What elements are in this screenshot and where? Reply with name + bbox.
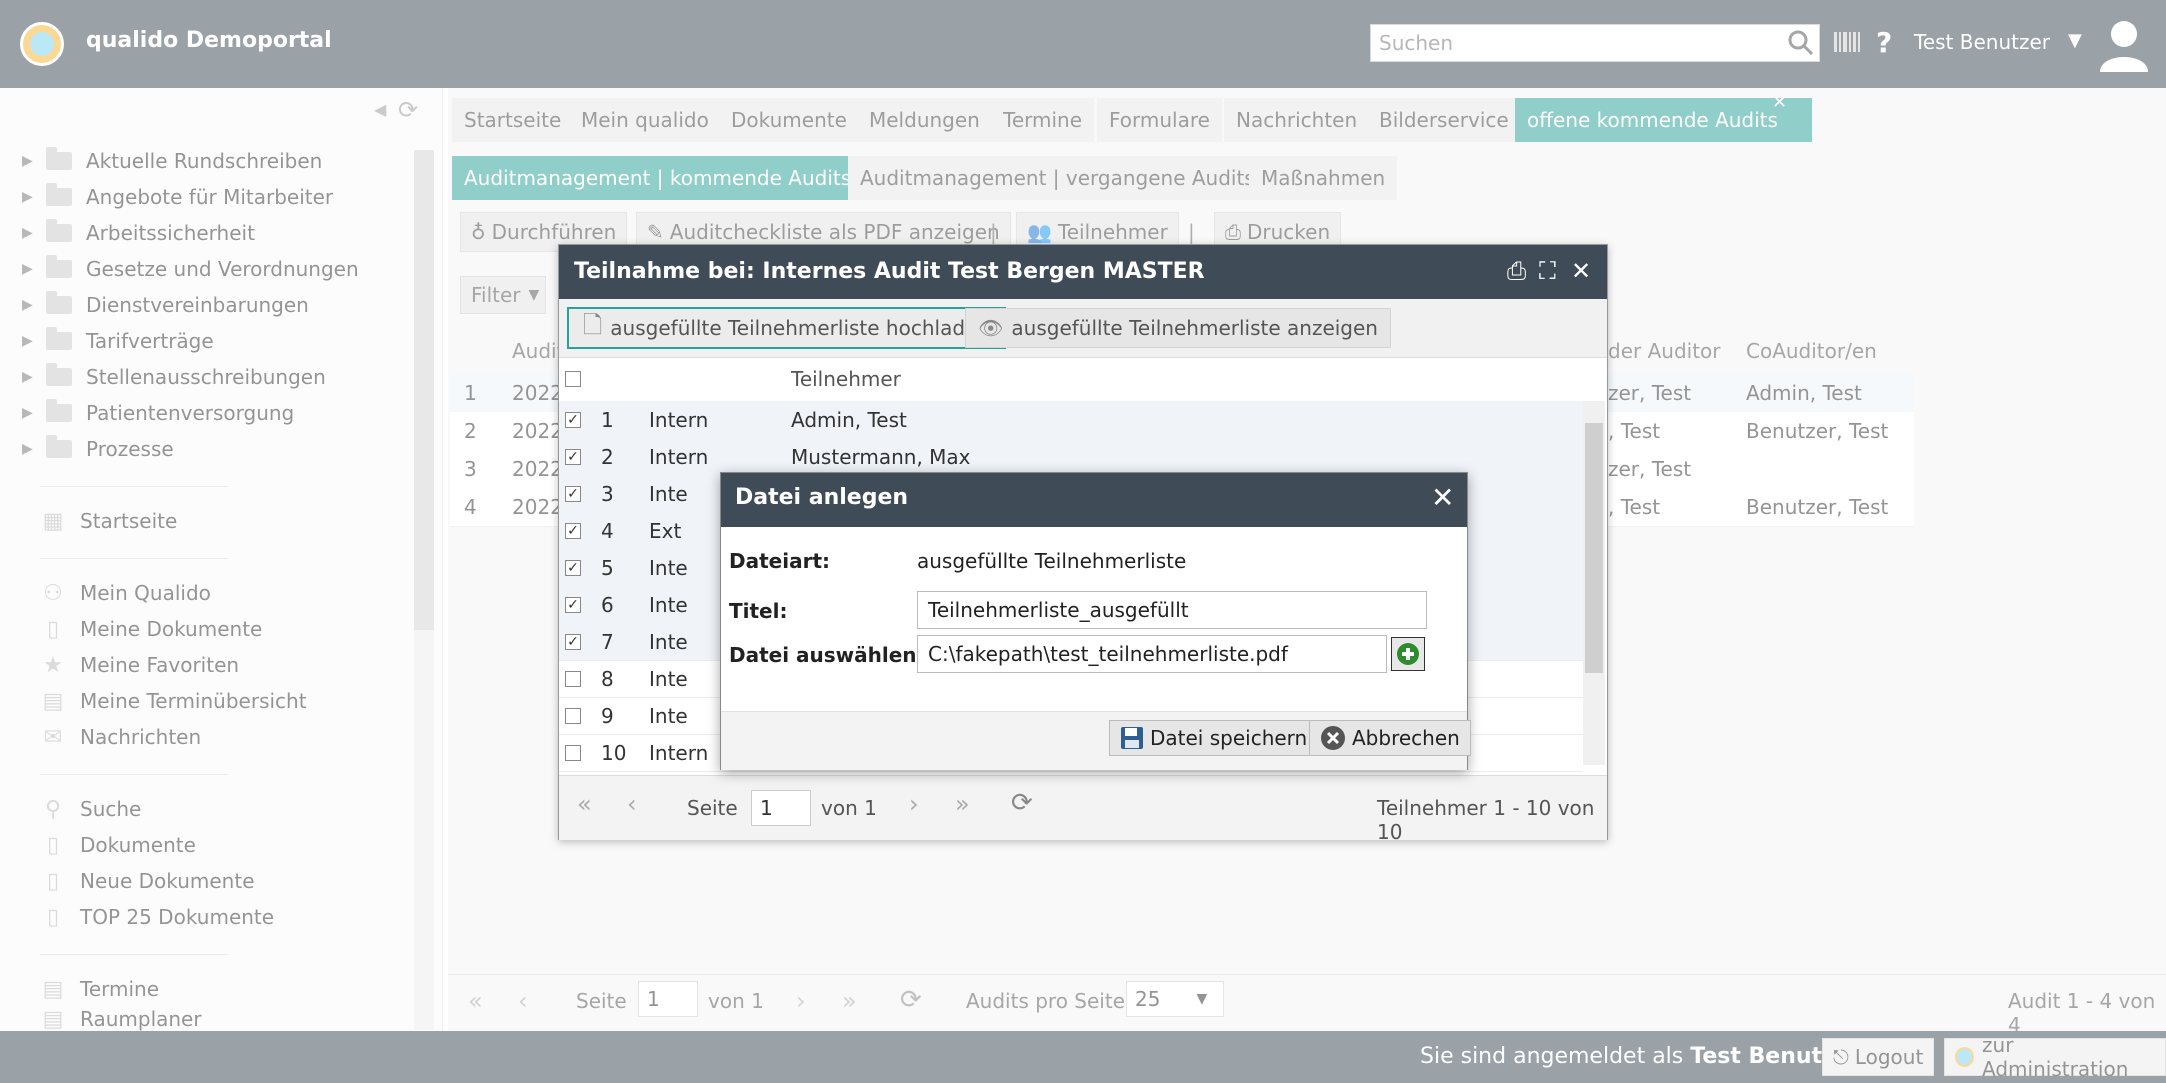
save-file-label: Datei speichern bbox=[1150, 726, 1308, 750]
show-list-button[interactable]: 👁 ausgefüllte Teilnehmerliste anzeigen bbox=[965, 308, 1391, 348]
row-number: 7 bbox=[601, 629, 614, 654]
row-number: 8 bbox=[601, 666, 614, 691]
page-label: Seite bbox=[687, 796, 738, 820]
row-checkbox[interactable] bbox=[565, 707, 581, 724]
row-checkbox[interactable]: ✓ bbox=[565, 485, 581, 502]
plus-circle-icon bbox=[1397, 643, 1419, 665]
row-number: 10 bbox=[601, 740, 627, 765]
cancel-label: Abbrechen bbox=[1352, 726, 1460, 750]
participants-scroll-thumb[interactable] bbox=[1585, 423, 1603, 673]
row-checkbox[interactable] bbox=[565, 744, 581, 761]
file-type-label: Dateiart: bbox=[729, 549, 830, 573]
eye-icon: 👁 bbox=[978, 316, 1004, 340]
participant-name: Admin, Test bbox=[791, 407, 907, 432]
close-icon[interactable]: ✕ bbox=[1571, 257, 1591, 285]
maximize-icon[interactable]: ⛶ bbox=[1539, 257, 1556, 285]
add-file-button[interactable] bbox=[1391, 637, 1425, 671]
participant-name: Mustermann, Max bbox=[791, 444, 971, 469]
participant-row[interactable]: ✓ 1 Intern Admin, Test bbox=[559, 401, 1583, 439]
participant-type: Intern bbox=[649, 444, 709, 469]
row-number: 4 bbox=[601, 518, 614, 543]
create-file-footer: Datei speichern Abbrechen bbox=[721, 711, 1471, 770]
participant-type: Inte bbox=[649, 481, 688, 506]
create-file-dialog: Datei anlegen ✕ Dateiart: ausgefüllte Te… bbox=[720, 472, 1471, 770]
participant-type: Intern bbox=[649, 407, 709, 432]
row-checkbox[interactable]: ✓ bbox=[565, 448, 581, 465]
participant-type: Inte bbox=[649, 666, 688, 691]
participants-summary: Teilnehmer 1 - 10 von 10 bbox=[1377, 796, 1595, 844]
show-label: ausgefüllte Teilnehmerliste anzeigen bbox=[1011, 316, 1378, 340]
select-all-checkbox[interactable] bbox=[565, 357, 581, 401]
upload-list-button[interactable]: 🗋 ausgefüllte Teilnehmerliste hochladen bbox=[567, 307, 1006, 349]
row-number: 9 bbox=[601, 703, 614, 728]
participant-type: Inte bbox=[649, 592, 688, 617]
save-file-button[interactable]: Datei speichern bbox=[1109, 720, 1319, 756]
refresh-icon[interactable]: ⟳ bbox=[1011, 788, 1033, 818]
file-type-value: ausgefüllte Teilnehmerliste bbox=[917, 549, 1187, 573]
participant-type: Inte bbox=[649, 703, 688, 728]
page-count: von 1 bbox=[821, 796, 877, 820]
row-number: 2 bbox=[601, 444, 614, 469]
file-select-label: Datei auswählen: bbox=[729, 643, 925, 667]
row-number: 5 bbox=[601, 555, 614, 580]
row-checkbox[interactable]: ✓ bbox=[565, 411, 581, 428]
file-path-input[interactable]: C:\fakepath\test_teilnehmerliste.pdf bbox=[917, 635, 1387, 673]
close-icon[interactable]: ✕ bbox=[1431, 481, 1454, 514]
row-checkbox[interactable] bbox=[565, 670, 581, 687]
participant-type: Ext bbox=[649, 518, 682, 543]
participant-type: Inte bbox=[649, 629, 688, 654]
create-file-title: Datei anlegen bbox=[735, 485, 909, 510]
cancel-circle-icon bbox=[1321, 726, 1345, 750]
row-checkbox[interactable]: ✓ bbox=[565, 633, 581, 650]
export-pdf-icon[interactable]: ⎙ bbox=[1507, 257, 1526, 285]
file-icon: 🗋 bbox=[583, 310, 603, 339]
participants-pager: « ‹ Seite 1 von 1 › » ⟳ Teilnehmer 1 - 1… bbox=[559, 775, 1607, 844]
first-page-icon[interactable]: « bbox=[577, 790, 592, 818]
upload-label: ausgefüllte Teilnehmerliste hochladen bbox=[610, 316, 990, 340]
last-page-icon[interactable]: » bbox=[955, 790, 970, 818]
title-input[interactable]: Teilnehmerliste_ausgefüllt bbox=[917, 591, 1427, 629]
cancel-button[interactable]: Abbrechen bbox=[1309, 720, 1471, 756]
row-checkbox[interactable]: ✓ bbox=[565, 596, 581, 613]
row-checkbox[interactable]: ✓ bbox=[565, 559, 581, 576]
next-page-icon[interactable]: › bbox=[909, 790, 919, 818]
prev-page-icon[interactable]: ‹ bbox=[627, 790, 637, 818]
participant-type: Inte bbox=[649, 555, 688, 580]
row-number: 6 bbox=[601, 592, 614, 617]
participant-row[interactable]: ✓ 2 Intern Mustermann, Max bbox=[559, 438, 1583, 476]
row-number: 3 bbox=[601, 481, 614, 506]
participants-toolbar: 🗋 ausgefüllte Teilnehmerliste hochladen 👁… bbox=[559, 299, 1607, 358]
title-label: Titel: bbox=[729, 599, 788, 623]
row-number: 1 bbox=[601, 407, 614, 432]
floppy-disk-icon bbox=[1121, 727, 1143, 749]
page-input[interactable]: 1 bbox=[751, 790, 811, 826]
row-checkbox[interactable]: ✓ bbox=[565, 522, 581, 539]
participant-type: Intern bbox=[649, 740, 709, 765]
participants-dialog-title: Teilnahme bei: Internes Audit Test Berge… bbox=[574, 259, 1205, 284]
col-header-participant[interactable]: Teilnehmer bbox=[791, 357, 901, 401]
